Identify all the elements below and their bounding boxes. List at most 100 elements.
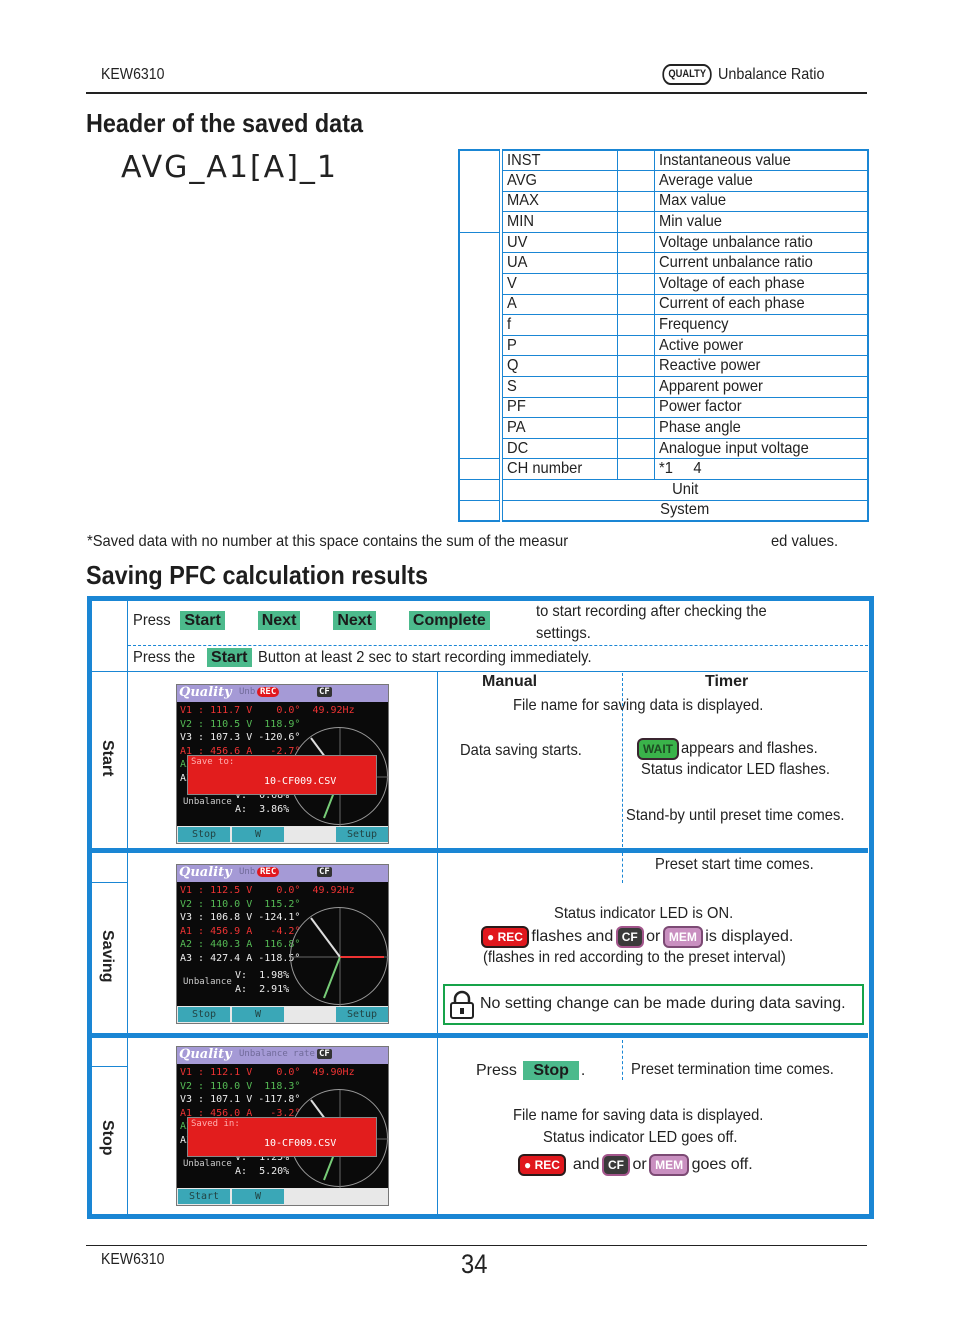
code-spacer xyxy=(616,417,655,439)
code-row: V Voltage of each phase xyxy=(459,273,869,295)
screen-mode: Unb xyxy=(239,867,256,877)
stop-timer-text: Preset termination time comes. xyxy=(631,1061,852,1079)
stage-label-stop: Stop xyxy=(99,1120,116,1156)
stop-line-3: ● REC and CF or MEM goes off. xyxy=(520,1156,753,1174)
section-name: Unbalance Ratio xyxy=(717,65,825,83)
code-row: A Current of each phase xyxy=(459,293,869,316)
cf-card-icon: CF xyxy=(317,867,332,877)
cf-card-icon: CF xyxy=(603,1156,628,1174)
function-key[interactable]: Stop xyxy=(178,827,230,842)
saving-flashes-and: flashes and xyxy=(531,928,614,946)
group-cell xyxy=(458,149,503,233)
stop-and: and xyxy=(572,1156,600,1174)
code-spacer xyxy=(616,334,655,357)
function-key[interactable]: Stop xyxy=(178,1007,230,1022)
intro-after-text-2: settings. xyxy=(536,625,591,642)
code-row: MAX Max value xyxy=(459,190,869,213)
popup-file-name: 10-CF009.CSV xyxy=(264,776,337,787)
reading-row: V1 : 111.7 V 0.0° 49.92Hz xyxy=(180,705,355,716)
code-label: MAX xyxy=(507,192,539,210)
cf-card-icon: CF xyxy=(317,687,332,697)
screen-title-bar: Quality Unb REC CF xyxy=(177,685,388,702)
intro2-press-text: Press the xyxy=(133,649,196,666)
wait-indicator-icon: WAIT xyxy=(639,740,677,758)
stop-timer-label: Preset termination time comes. xyxy=(631,1061,834,1078)
start-timer-standby: Stand-by until preset time comes. xyxy=(626,807,845,824)
popup-label: Saved in: xyxy=(191,1119,240,1129)
code-description: Voltage unbalance ratio xyxy=(658,233,813,251)
header-rule xyxy=(86,92,867,94)
intro2-after-text: Button at least 2 sec to start recording… xyxy=(257,649,592,666)
code-spacer xyxy=(616,231,655,254)
start-button[interactable]: Start xyxy=(180,611,225,630)
code-description: Frequency xyxy=(658,316,729,334)
unit-row: Unit xyxy=(458,479,869,501)
page-number: 34 xyxy=(461,1249,488,1279)
lock-note-text: No setting change can be made during dat… xyxy=(480,995,846,1012)
rec-chip-label: REC xyxy=(497,930,523,944)
code-spacer xyxy=(616,293,655,316)
left-col-divider xyxy=(127,601,128,1214)
start-manual-text: Data saving starts. xyxy=(460,742,593,760)
code-label: UV xyxy=(507,233,528,251)
group-cell xyxy=(458,231,503,460)
function-key[interactable]: W xyxy=(232,827,284,842)
stage-label-saving: Saving xyxy=(99,930,116,983)
header-codes-table: INST Instantaneous value AVG Average value M… xyxy=(458,149,869,522)
page-header-section: QUALTY Unbalance Ratio xyxy=(658,64,836,85)
stop-button[interactable]: Stop xyxy=(523,1061,579,1080)
group-cell xyxy=(458,499,503,522)
saving-line-2: ● REC flashes and CF or MEM is displayed… xyxy=(483,928,793,946)
code-spacer xyxy=(616,273,655,295)
col-manual-header: Manual xyxy=(482,673,538,690)
code-description: Current of each phase xyxy=(658,295,805,313)
function-key[interactable]: Setup xyxy=(336,1007,388,1022)
saving-label-divider xyxy=(92,882,128,883)
unit-row-label: Unit xyxy=(671,480,699,498)
stop-label-divider xyxy=(92,1066,128,1067)
code-spacer xyxy=(616,314,655,336)
code-spacer xyxy=(616,355,655,378)
system-row-label: System xyxy=(660,501,710,519)
start-timer-line-1: WAIT appears and flashes. xyxy=(639,740,830,758)
saving-timer-label: Preset start time comes. xyxy=(655,856,814,873)
code-spacer xyxy=(616,211,655,233)
code-description: Analogue input voltage xyxy=(658,439,809,457)
function-key[interactable]: W xyxy=(232,1007,284,1022)
footnote-part-1: *Saved data with no number at this space… xyxy=(87,533,569,550)
start-file-name-text: File name for saving data is displayed. xyxy=(513,697,785,715)
intro-press-text: Press xyxy=(133,612,171,629)
unbalance-values: V: 1.98% A: 2.91% xyxy=(235,969,289,997)
saving-is-displayed: is displayed. xyxy=(705,928,794,946)
screen-brand: Quality xyxy=(179,685,232,700)
next-button-1[interactable]: Next xyxy=(257,611,301,630)
intro-line-1: Press Start Next Next Complete xyxy=(133,611,492,630)
saving-line-1: Status indicator LED is ON. xyxy=(554,905,749,923)
stop-manual-timer-divider xyxy=(622,1040,623,1080)
screen-brand: Quality xyxy=(179,865,232,880)
complete-button[interactable]: Complete xyxy=(408,611,490,630)
memory-icon: MEM xyxy=(651,1156,688,1174)
function-key[interactable]: W xyxy=(232,1189,284,1204)
function-key[interactable]: Start xyxy=(178,1189,230,1204)
unbalance-label: Unbalance xyxy=(183,797,232,807)
code-label: A xyxy=(507,295,517,313)
start-timer-line-3: Stand-by until preset time comes. xyxy=(626,807,863,825)
screen-mode: Unbalance rate xyxy=(239,1049,315,1059)
stop-led-off: Status indicator LED goes off. xyxy=(543,1129,738,1146)
function-key[interactable]: Setup xyxy=(336,827,388,842)
lock-note-box: No setting change can be made during dat… xyxy=(443,984,864,1025)
code-row: UV Voltage unbalance ratio xyxy=(458,231,869,460)
start-timer-line-2: Status indicator LED flashes. xyxy=(641,761,846,779)
section-title-header: Header of the saved data xyxy=(86,108,364,138)
system-row: System xyxy=(458,499,869,522)
unbalance-label: Unbalance xyxy=(183,977,232,987)
stage-label-start: Start xyxy=(99,740,116,777)
next-button-2[interactable]: Next xyxy=(333,611,376,630)
stop-press-text: Press xyxy=(476,1062,517,1079)
stop-line-1: File name for saving data is displayed. xyxy=(513,1107,785,1125)
start-button-hold[interactable]: Start xyxy=(207,648,252,667)
unbalance-current: A: 2.91% xyxy=(235,984,290,995)
cf-card-icon: CF xyxy=(317,1049,332,1059)
start-file-name-label: File name for saving data is displayed. xyxy=(513,697,764,714)
